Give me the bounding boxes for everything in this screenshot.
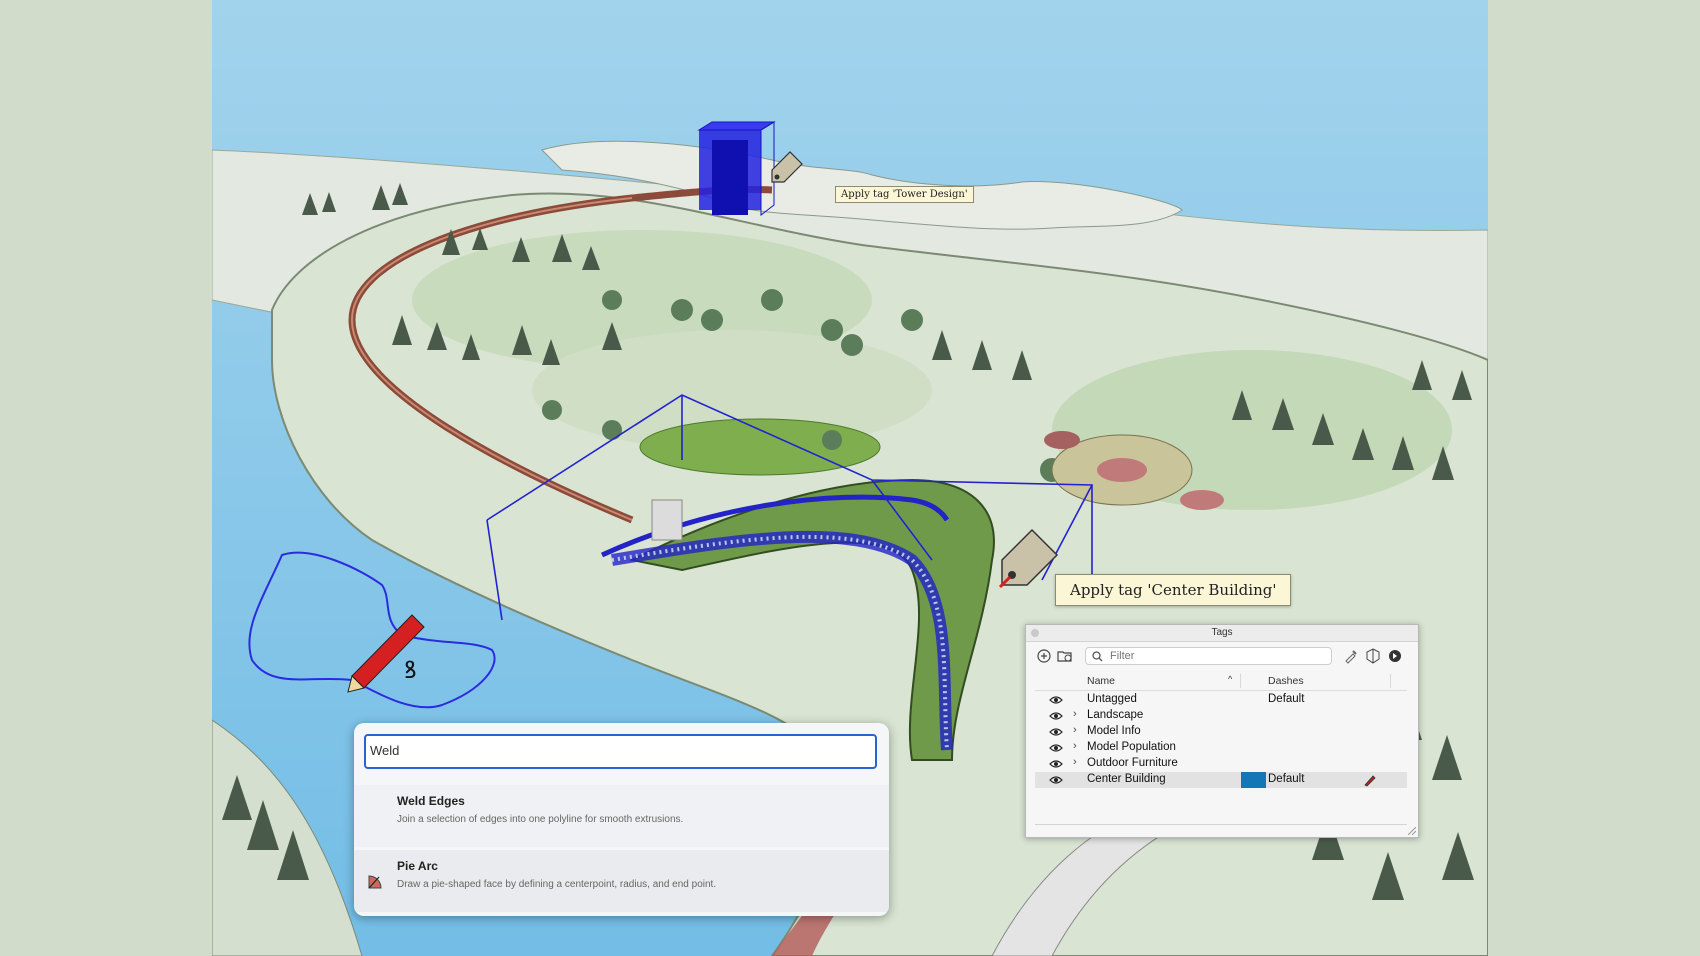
tags-table-header: Name ^ Dashes <box>1035 672 1407 691</box>
color-by-tag-icon[interactable] <box>1365 648 1381 664</box>
tag-dashes[interactable]: Default <box>1268 693 1304 705</box>
tag-dashes[interactable]: Default <box>1268 773 1304 785</box>
tooltip-center-building: Apply tag 'Center Building' <box>1055 574 1292 606</box>
viewport[interactable]: ꝸ Apply tag 'Tower Design' Apply tag 'Ce… <box>212 0 1488 956</box>
chevron-right-icon[interactable]: › <box>1073 740 1077 752</box>
tag-row-model-population[interactable]: › Model Population <box>1035 740 1407 756</box>
tag-color-swatch[interactable] <box>1241 772 1266 788</box>
tag-row-landscape[interactable]: › Landscape <box>1035 708 1407 724</box>
eye-icon[interactable] <box>1049 742 1063 754</box>
eye-icon[interactable] <box>1049 758 1063 770</box>
eye-icon[interactable] <box>1049 774 1063 786</box>
close-icon[interactable] <box>1031 629 1039 637</box>
search-result-weld-edges[interactable]: Weld Edges Join a selection of edges int… <box>354 785 889 847</box>
details-icon[interactable] <box>1387 648 1403 664</box>
filter-input[interactable] <box>1110 649 1320 663</box>
result-description: Join a selection of edges into one polyl… <box>397 814 684 825</box>
column-divider <box>1390 674 1391 688</box>
search-icon <box>1092 651 1103 662</box>
add-folder-icon[interactable] <box>1057 648 1073 664</box>
tag-row-untagged[interactable]: Untagged Default <box>1035 692 1407 708</box>
resize-grip-icon[interactable] <box>1408 827 1416 835</box>
tag-row-outdoor-furniture[interactable]: › Outdoor Furniture <box>1035 756 1407 772</box>
tags-toolbar <box>1026 642 1418 670</box>
chevron-right-icon[interactable]: › <box>1073 708 1077 720</box>
eye-icon[interactable] <box>1049 726 1063 738</box>
chevron-right-icon[interactable]: › <box>1073 724 1077 736</box>
pencil-icon[interactable] <box>1363 773 1377 787</box>
tag-row-center-building[interactable]: Center Building Default <box>1035 772 1407 788</box>
result-title: Pie Arc <box>397 859 438 873</box>
search-input[interactable]: Weld <box>364 734 877 769</box>
filter-field[interactable] <box>1085 647 1332 665</box>
search-result-pie-arc[interactable]: Pie Arc Draw a pie-shaped face by defini… <box>354 850 889 912</box>
eyedropper-icon[interactable] <box>1343 648 1359 664</box>
column-dashes[interactable]: Dashes <box>1268 675 1304 687</box>
tags-panel: Tags Filter Name ^ Dashes Untagged Defau… <box>1025 624 1419 838</box>
tooltip-tower-design: Apply tag 'Tower Design' <box>835 186 974 203</box>
tag-name: Model Info <box>1087 725 1141 737</box>
result-description: Draw a pie-shaped face by defining a cen… <box>397 879 717 890</box>
pie-arc-icon <box>368 875 382 889</box>
freehand-icon: ꝸ <box>404 656 417 684</box>
tag-name: Outdoor Furniture <box>1087 757 1178 769</box>
panel-divider <box>1035 824 1407 825</box>
chevron-right-icon[interactable]: › <box>1073 756 1077 768</box>
tag-row-model-info[interactable]: › Model Info <box>1035 724 1407 740</box>
sort-ascending-icon[interactable]: ^ <box>1228 674 1232 684</box>
add-tag-icon[interactable] <box>1036 648 1052 664</box>
tag-name: Landscape <box>1087 709 1144 721</box>
tag-name: Model Population <box>1087 741 1176 753</box>
eye-icon[interactable] <box>1049 710 1063 722</box>
eye-icon[interactable] <box>1049 694 1063 706</box>
search-panel: Weld Weld Edges Join a selection of edge… <box>354 723 889 916</box>
column-name[interactable]: Name <box>1087 675 1115 687</box>
column-divider <box>1240 674 1241 688</box>
result-title: Weld Edges <box>397 794 465 808</box>
tag-name: Center Building <box>1087 773 1166 785</box>
panel-title: Tags <box>1026 625 1418 642</box>
tag-name: Untagged <box>1087 693 1137 705</box>
